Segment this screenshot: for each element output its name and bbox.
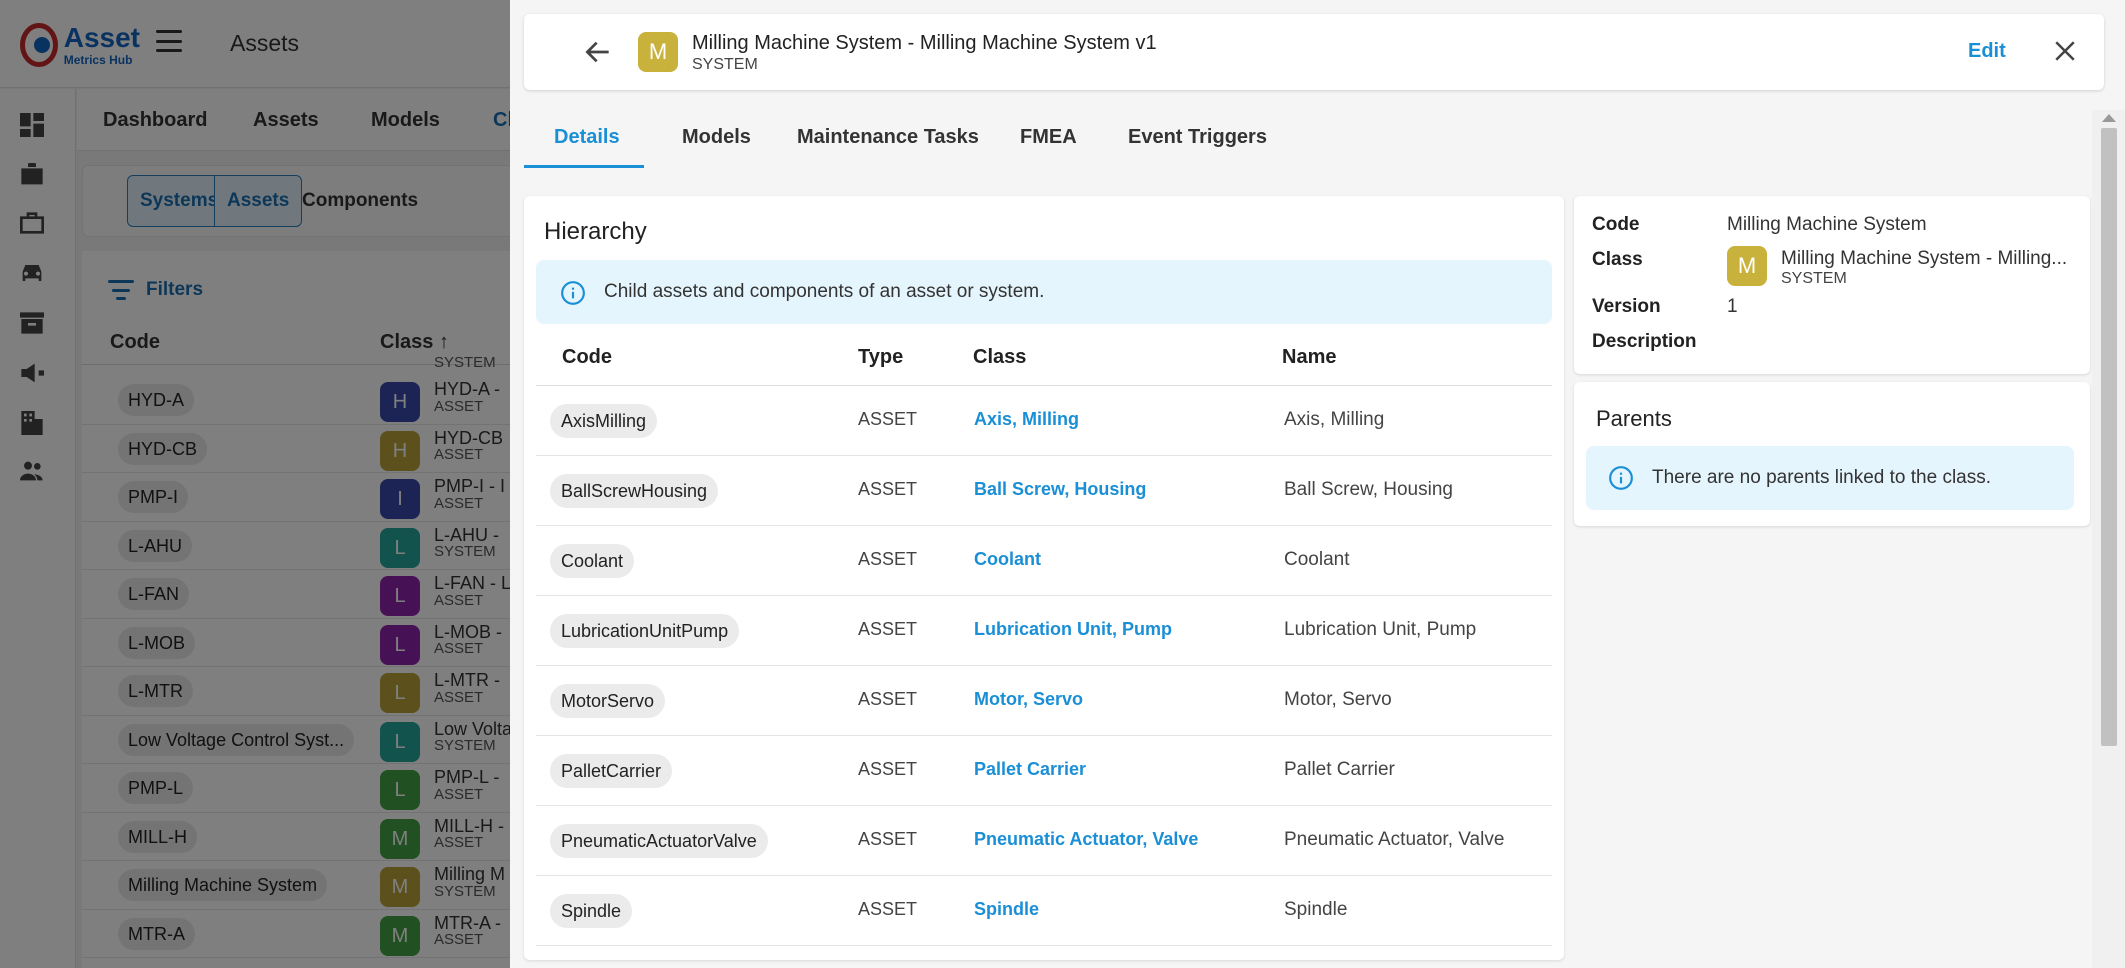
version-value: 1: [1727, 296, 1738, 317]
code-chip: BallScrewHousing: [550, 474, 719, 508]
code-chip: AxisMilling: [550, 404, 658, 438]
class-link[interactable]: Spindle: [974, 899, 1039, 920]
drawer-tabs: Details Models Maintenance Tasks FMEA Ev…: [524, 110, 2104, 168]
parents-info-text: There are no parents linked to the class…: [1652, 467, 1992, 488]
name-cell: Pneumatic Actuator, Valve: [1284, 829, 1505, 850]
class-link[interactable]: Motor, Servo: [974, 689, 1083, 710]
code-chip: PalletCarrier: [550, 754, 673, 788]
class-details-card: Code Milling Machine System Class M Mill…: [1574, 196, 2090, 374]
class-link[interactable]: Lubrication Unit, Pump: [974, 619, 1172, 640]
scroll-up-arrow-icon[interactable]: [2102, 114, 2116, 122]
description-label: Description: [1592, 331, 1697, 352]
col-class: Class: [973, 346, 1027, 368]
type-cell: ASSET: [858, 619, 918, 639]
parents-title: Parents: [1596, 406, 1672, 431]
drawer-header: M Milling Machine System - Milling Machi…: [524, 14, 2104, 90]
code-chip: Spindle: [550, 894, 633, 928]
drawer-scrollbar[interactable]: [2092, 110, 2125, 968]
hierarchy-row[interactable]: LubricationUnitPump ASSET Lubrication Unit…: [536, 596, 1552, 666]
parents-info-alert: There are no parents linked to the class…: [1586, 446, 2074, 510]
tab-maintenance-tasks[interactable]: Maintenance Tasks: [797, 126, 979, 149]
hierarchy-card: Hierarchy Child assets and components of…: [524, 196, 1564, 960]
name-cell: Axis, Milling: [1284, 409, 1385, 430]
name-cell: Pallet Carrier: [1284, 759, 1395, 780]
hierarchy-row[interactable]: PalletCarrier ASSET Pallet Carrier Pallet C…: [536, 736, 1552, 806]
hierarchy-row[interactable]: AxisMilling ASSET Axis, Milling Axis, Milli…: [536, 386, 1552, 456]
type-cell: ASSET: [858, 409, 918, 429]
col-type: Type: [858, 346, 904, 368]
code-chip: Coolant: [550, 544, 635, 578]
code-chip: LubricationUnitPump: [550, 614, 740, 648]
type-cell: ASSET: [858, 549, 918, 569]
name-cell: Spindle: [1284, 899, 1348, 920]
drawer-subtitle: SYSTEM: [692, 56, 758, 73]
parents-card: Parents There are no parents linked to t…: [1574, 382, 2090, 526]
hierarchy-row[interactable]: MotorServo ASSET Motor, Servo Motor, Servo: [536, 666, 1552, 736]
col-code: Code: [562, 346, 612, 368]
scrollbar-thumb[interactable]: [2101, 128, 2117, 746]
class-value-type: SYSTEM: [1781, 270, 1847, 287]
class-link[interactable]: Coolant: [974, 549, 1041, 570]
hierarchy-title: Hierarchy: [544, 218, 647, 245]
drawer-title: Milling Machine System - Milling Machine…: [692, 32, 1157, 54]
class-link[interactable]: Ball Screw, Housing: [974, 479, 1146, 500]
hierarchy-row[interactable]: Spindle ASSET Spindle Spindle: [536, 876, 1552, 946]
close-icon[interactable]: [2050, 36, 2080, 66]
hierarchy-row[interactable]: Coolant ASSET Coolant Coolant: [536, 526, 1552, 596]
hierarchy-info-text: Child assets and components of an asset …: [604, 281, 1045, 302]
name-cell: Lubrication Unit, Pump: [1284, 619, 1477, 640]
code-chip: PneumaticActuatorValve: [550, 824, 768, 858]
tab-models[interactable]: Models: [682, 126, 751, 149]
class-link[interactable]: Axis, Milling: [974, 409, 1079, 430]
hierarchy-table-header: Code Type Class Name: [536, 336, 1552, 386]
class-avatar: M: [638, 32, 678, 72]
class-link[interactable]: Pneumatic Actuator, Valve: [974, 829, 1198, 850]
class-value[interactable]: Milling Machine System - Milling...: [1781, 248, 2067, 270]
version-label: Version: [1592, 296, 1661, 317]
hierarchy-info-alert: Child assets and components of an asset …: [536, 260, 1552, 324]
type-cell: ASSET: [858, 829, 918, 849]
col-name: Name: [1282, 346, 1337, 368]
type-cell: ASSET: [858, 759, 918, 779]
name-cell: Motor, Servo: [1284, 689, 1392, 710]
info-icon: [1608, 465, 1634, 491]
tab-event-triggers[interactable]: Event Triggers: [1128, 126, 1267, 149]
name-cell: Ball Screw, Housing: [1284, 479, 1453, 500]
back-arrow-icon[interactable]: [582, 36, 614, 68]
code-label: Code: [1592, 214, 1640, 235]
type-cell: ASSET: [858, 479, 918, 499]
class-value-avatar: M: [1727, 246, 1767, 286]
hierarchy-row[interactable]: PneumaticActuatorValve ASSET Pneumatic Act…: [536, 806, 1552, 876]
class-link[interactable]: Pallet Carrier: [974, 759, 1086, 780]
tab-fmea[interactable]: FMEA: [1020, 126, 1077, 149]
type-cell: ASSET: [858, 899, 918, 919]
class-label: Class: [1592, 249, 1643, 270]
code-value: Milling Machine System: [1727, 214, 1927, 235]
type-cell: ASSET: [858, 689, 918, 709]
edit-button[interactable]: Edit: [1968, 40, 2006, 63]
class-detail-drawer: M Milling Machine System - Milling Machi…: [510, 0, 2125, 968]
active-tab-indicator: [524, 165, 644, 168]
tab-details[interactable]: Details: [554, 126, 620, 149]
code-chip: MotorServo: [550, 684, 666, 718]
name-cell: Coolant: [1284, 549, 1350, 570]
info-icon: [560, 280, 586, 306]
hierarchy-row[interactable]: BallScrewHousing ASSET Ball Screw, Housing…: [536, 456, 1552, 526]
